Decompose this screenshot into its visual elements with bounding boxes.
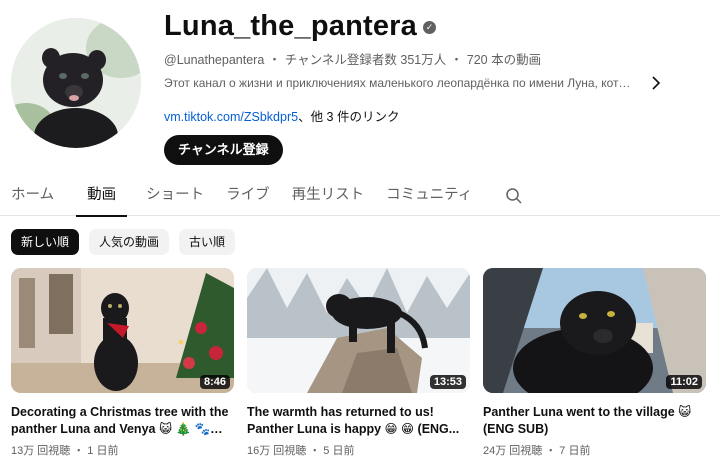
- view-count: 13万 回視聴: [11, 445, 71, 457]
- view-count: 16万 回視聴: [247, 445, 307, 457]
- channel-avatar: [11, 18, 141, 148]
- meta-separator: ・: [268, 53, 281, 67]
- video-meta: 13万 回視聴・ 1 日前: [11, 442, 234, 458]
- video-meta: 16万 回視聴・ 5 日前: [247, 442, 470, 458]
- tab-shorts[interactable]: ショート: [135, 176, 215, 216]
- meta-dot: ・: [545, 445, 557, 457]
- video-grid: 8:46 Decorating a Christmas tree with th…: [11, 268, 706, 458]
- channel-tabs: ホーム 動画 ショート ライブ 再生リスト コミュニティ: [0, 176, 720, 217]
- channel-info: Luna_the_pantera ✓ @Lunathepantera ・チャンネル…: [164, 0, 714, 165]
- video-card[interactable]: 11:02 Panther Luna went to the village 😺…: [483, 268, 706, 458]
- channel-handle: @Lunathepantera: [164, 53, 265, 67]
- video-card[interactable]: 13:53 The warmth has returned to us! Pan…: [247, 268, 470, 458]
- video-duration: 8:46: [199, 375, 230, 389]
- more-links[interactable]: 、他 3 件のリンク: [298, 110, 399, 124]
- channel-description-row[interactable]: Этот канал о жизни и приключениях малень…: [164, 74, 714, 92]
- video-duration: 11:02: [666, 375, 702, 389]
- meta-dot: ・: [73, 445, 85, 457]
- tab-videos[interactable]: 動画: [76, 176, 128, 217]
- chip-popular[interactable]: 人気の動画: [89, 229, 170, 255]
- upload-age: 7 日前: [559, 445, 591, 457]
- channel-name: Luna_the_pantera: [164, 9, 417, 42]
- video-title[interactable]: Decorating a Christmas tree with the pan…: [11, 404, 234, 438]
- search-icon[interactable]: [505, 187, 523, 205]
- meta-dot: ・: [309, 445, 321, 457]
- channel-link[interactable]: vm.tiktok.com/ZSbkdpr5: [164, 110, 298, 124]
- video-title[interactable]: Panther Luna went to the village 😺 (ENG …: [483, 404, 706, 438]
- upload-age: 1 日前: [87, 445, 119, 457]
- video-thumbnail[interactable]: 11:02: [483, 268, 706, 393]
- video-thumbnail[interactable]: 13:53: [247, 268, 470, 393]
- channel-description[interactable]: Этот канал о жизни и приключениях малень…: [164, 76, 636, 90]
- chip-oldest[interactable]: 古い順: [179, 229, 236, 255]
- channel-search-button[interactable]: [497, 176, 531, 216]
- video-count: 720 本の動画: [466, 53, 542, 67]
- channel-meta: @Lunathepantera ・チャンネル登録者数 351万人・ 720 本の動画: [164, 49, 714, 67]
- panther-cub-avatar-image: [11, 18, 141, 148]
- video-title[interactable]: The warmth has returned to us! Panther L…: [247, 404, 470, 438]
- tab-playlists[interactable]: 再生リスト: [281, 176, 376, 216]
- video-duration: 13:53: [429, 375, 466, 389]
- video-meta: 24万 回視聴・ 7 日前: [483, 442, 706, 458]
- subscriber-count: チャンネル登録者数 351万人: [284, 53, 447, 67]
- tab-community[interactable]: コミュニティ: [375, 176, 483, 216]
- meta-separator: ・: [450, 53, 463, 67]
- chevron-right-icon[interactable]: [648, 75, 664, 91]
- view-count: 24万 回視聴: [483, 445, 543, 457]
- tab-live[interactable]: ライブ: [215, 176, 281, 216]
- upload-age: 5 日前: [323, 445, 355, 457]
- tab-home[interactable]: ホーム: [0, 176, 65, 216]
- chip-newest[interactable]: 新しい順: [11, 229, 80, 255]
- video-card[interactable]: 8:46 Decorating a Christmas tree with th…: [11, 268, 234, 458]
- sort-chips: 新しい順 人気の動画 古い順: [11, 229, 236, 255]
- channel-links: vm.tiktok.com/ZSbkdpr5、他 3 件のリンク: [164, 106, 714, 124]
- subscribe-button[interactable]: チャンネル登録: [164, 135, 283, 165]
- verified-check-icon: ✓: [423, 20, 436, 34]
- christmas-tree-panther-thumbnail: [11, 268, 234, 393]
- video-thumbnail[interactable]: 8:46: [11, 268, 234, 393]
